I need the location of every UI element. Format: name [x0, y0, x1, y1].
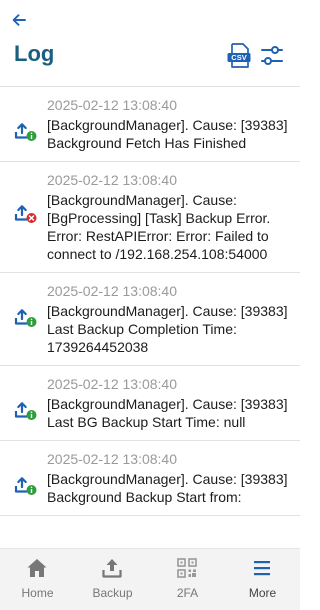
app-bar: Log CSV [0, 0, 300, 86]
nav-label: 2FA [176, 586, 199, 600]
log-message: [BackgroundManager]. Cause: [BgProcessin… [47, 192, 271, 262]
svg-text:CSV: CSV [231, 53, 246, 62]
menu-icon [254, 561, 270, 576]
nav-label: More [248, 586, 277, 600]
log-timestamp: 2025-02-12 13:08:40 [47, 451, 177, 467]
filter-sliders-icon[interactable] [259, 44, 285, 68]
back-arrow-icon[interactable] [10, 11, 28, 29]
log-message: [BackgroundManager]. Cause: [39383] Last… [47, 303, 288, 355]
home-icon [27, 559, 47, 577]
page-title: Log [14, 41, 55, 66]
nav-item-2fa[interactable]: 2FA [150, 549, 225, 610]
log-timestamp: 2025-02-12 13:08:40 [47, 97, 177, 113]
nav-item-backup[interactable]: Backup [75, 549, 150, 610]
log-timestamp: 2025-02-12 13:08:40 [47, 376, 177, 392]
bottom-navigation: Home Backup 2FA More [0, 548, 300, 610]
log-entry[interactable]: 2025-02-12 13:08:40 [BackgroundManager].… [0, 366, 300, 441]
log-message: [BackgroundManager]. Cause: [39383] Last… [47, 396, 288, 430]
log-timestamp: 2025-02-12 13:08:40 [47, 172, 177, 188]
backup-upload-icon [102, 559, 122, 578]
qr-code-icon [177, 558, 197, 578]
nav-label: Backup [92, 586, 133, 600]
csv-export-icon[interactable]: CSV [226, 42, 252, 70]
log-entry[interactable]: 2025-02-12 13:08:40 [BackgroundManager].… [0, 273, 300, 366]
nav-item-more[interactable]: More [225, 549, 300, 610]
nav-item-home[interactable]: Home [0, 549, 75, 610]
log-message: [BackgroundManager]. Cause: [39383] Back… [47, 117, 288, 151]
nav-label: Home [21, 586, 54, 600]
log-entry[interactable]: 2025-02-12 13:08:40 [BackgroundManager].… [0, 162, 300, 273]
log-timestamp: 2025-02-12 13:08:40 [47, 283, 177, 299]
upload-error-icon [14, 205, 37, 223]
upload-success-icon [14, 402, 37, 420]
log-entry[interactable]: 2025-02-12 13:08:40 [BackgroundManager].… [0, 87, 300, 162]
log-list[interactable]: 2025-02-12 13:08:40 [BackgroundManager].… [0, 86, 300, 548]
upload-success-icon [14, 309, 37, 327]
upload-success-icon [14, 477, 37, 495]
upload-success-icon [14, 123, 37, 141]
log-message: [BackgroundManager]. Cause: [39383] Back… [47, 471, 288, 505]
log-entry[interactable]: 2025-02-12 13:08:40 [BackgroundManager].… [0, 441, 300, 516]
